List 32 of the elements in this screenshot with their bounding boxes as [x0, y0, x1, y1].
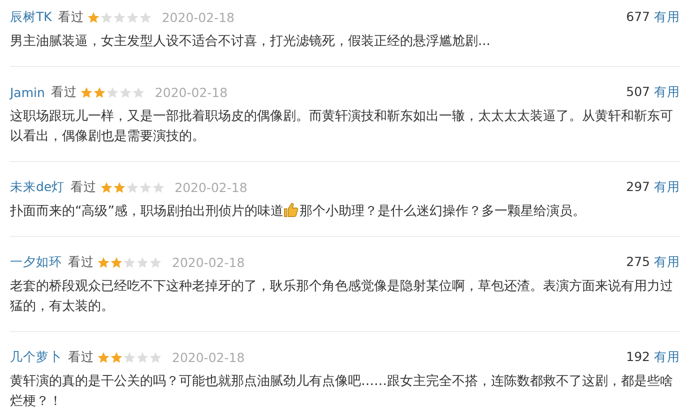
useful-link[interactable]: 有用	[654, 8, 680, 26]
review-text: 这职场跟玩儿一样，又是一部批着职场皮的偶像剧。而黄轩演技和靳东如出一辙，太太太太装逼了。从黄轩和靳东可以看出，偶像剧也是需要演技的。	[10, 109, 673, 144]
review-date: 2020-02-18	[154, 84, 228, 100]
review-text: 黄轩演的真的是干公关的吗？可能也就那点油腻劲儿有点像吧……跟女主完全不搭，连陈数都救不了这剧，都是些啥烂梗？！	[10, 374, 673, 409]
watch-status: 看过	[68, 348, 94, 366]
user-name[interactable]: 辰树TK	[10, 8, 52, 26]
user-name[interactable]: 一夕如环	[10, 254, 62, 270]
vote-count: 677	[626, 8, 650, 26]
vote-count: 297	[626, 178, 650, 196]
vote-count: 275	[626, 254, 650, 270]
review-text: 老套的桥段观众已经吃不下这种老掉牙的了，耿乐那个角色感觉像是隐射某位啊，草包还渣。表演方面来说有用力过猛的，有太装的。	[10, 279, 673, 314]
useful-link[interactable]: 有用	[654, 254, 680, 270]
useful-link[interactable]: 有用	[654, 178, 680, 196]
watch-status: 看过	[68, 254, 94, 270]
review-text: 扑面而来的“高级”感，职场剧拍出刑侦片的味道	[10, 204, 284, 219]
watch-status: 看过	[58, 8, 84, 26]
review-date: 2020-02-18	[172, 350, 245, 364]
review-date: 2020-02-18	[172, 254, 245, 270]
review-date: 2020-02-18	[174, 180, 248, 194]
watch-status: 看过	[50, 84, 77, 100]
useful-link[interactable]: 有用	[654, 348, 680, 366]
user-name[interactable]: 未来de灯	[10, 178, 65, 196]
thumbs-up-icon	[283, 202, 300, 218]
watch-status: 看过	[70, 178, 97, 196]
vote-count: 192	[626, 348, 650, 366]
vote-count: 507	[626, 84, 650, 100]
user-name[interactable]: Jamin	[10, 84, 45, 100]
useful-link[interactable]: 有用	[654, 84, 680, 100]
review-date: 2020-02-18	[162, 10, 234, 24]
review-text: 那个小助理？是什么迷幻操作？多一颗星给演员。	[299, 204, 586, 219]
review-text: 男主油腻装逼，女主发型人设不适合不讨喜，打光滤镜死，假装正经的悬浮尴尬剧...	[10, 34, 490, 49]
user-name[interactable]: 几个萝卜	[10, 348, 62, 366]
